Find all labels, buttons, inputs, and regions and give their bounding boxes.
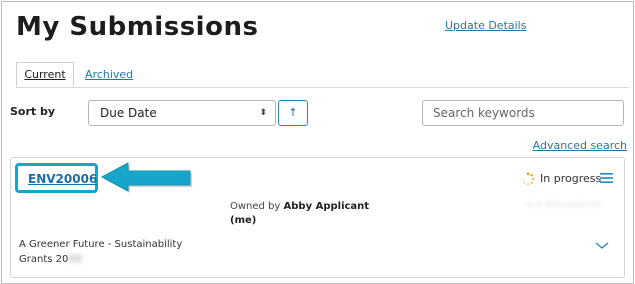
tab-archived[interactable]: Archived	[85, 62, 133, 87]
program-name-line2: Grants 20	[19, 254, 69, 265]
owner-suffix: (me)	[230, 215, 257, 226]
search-input[interactable]	[422, 100, 624, 126]
page-title: My Submissions	[16, 12, 259, 42]
arrow-left-icon	[100, 162, 192, 193]
spinner-icon	[521, 172, 535, 186]
updown-caret-icon: ⬍	[259, 108, 267, 118]
program-name: A Greener Future - Sustainability Grants…	[19, 237, 182, 267]
owner-name: Abby Applicant	[283, 201, 370, 212]
due-date-redacted: Due date redacted	[526, 200, 601, 209]
sort-select-value: Due Date	[100, 106, 157, 120]
owned-by-prefix: Owned by	[230, 201, 281, 212]
submission-id-link[interactable]: ENV20006	[28, 172, 97, 186]
owned-by-text: Owned by Abby Applicant	[230, 201, 369, 212]
tabs-divider	[16, 87, 629, 88]
program-year-redacted: XX	[68, 254, 83, 265]
program-name-line1: A Greener Future - Sustainability	[19, 239, 183, 250]
update-details-link[interactable]: Update Details	[445, 19, 526, 32]
tab-current[interactable]: Current	[16, 62, 74, 87]
status-badge: In progress	[540, 172, 602, 185]
hamburger-menu-icon[interactable]	[600, 172, 613, 184]
sort-select[interactable]: Due Date ⬍	[88, 100, 276, 126]
advanced-search-link[interactable]: Advanced search	[533, 139, 627, 152]
sort-direction-button[interactable]: ↑	[278, 100, 308, 126]
chevron-down-icon[interactable]	[595, 242, 609, 250]
sort-by-label: Sort by	[10, 105, 56, 118]
